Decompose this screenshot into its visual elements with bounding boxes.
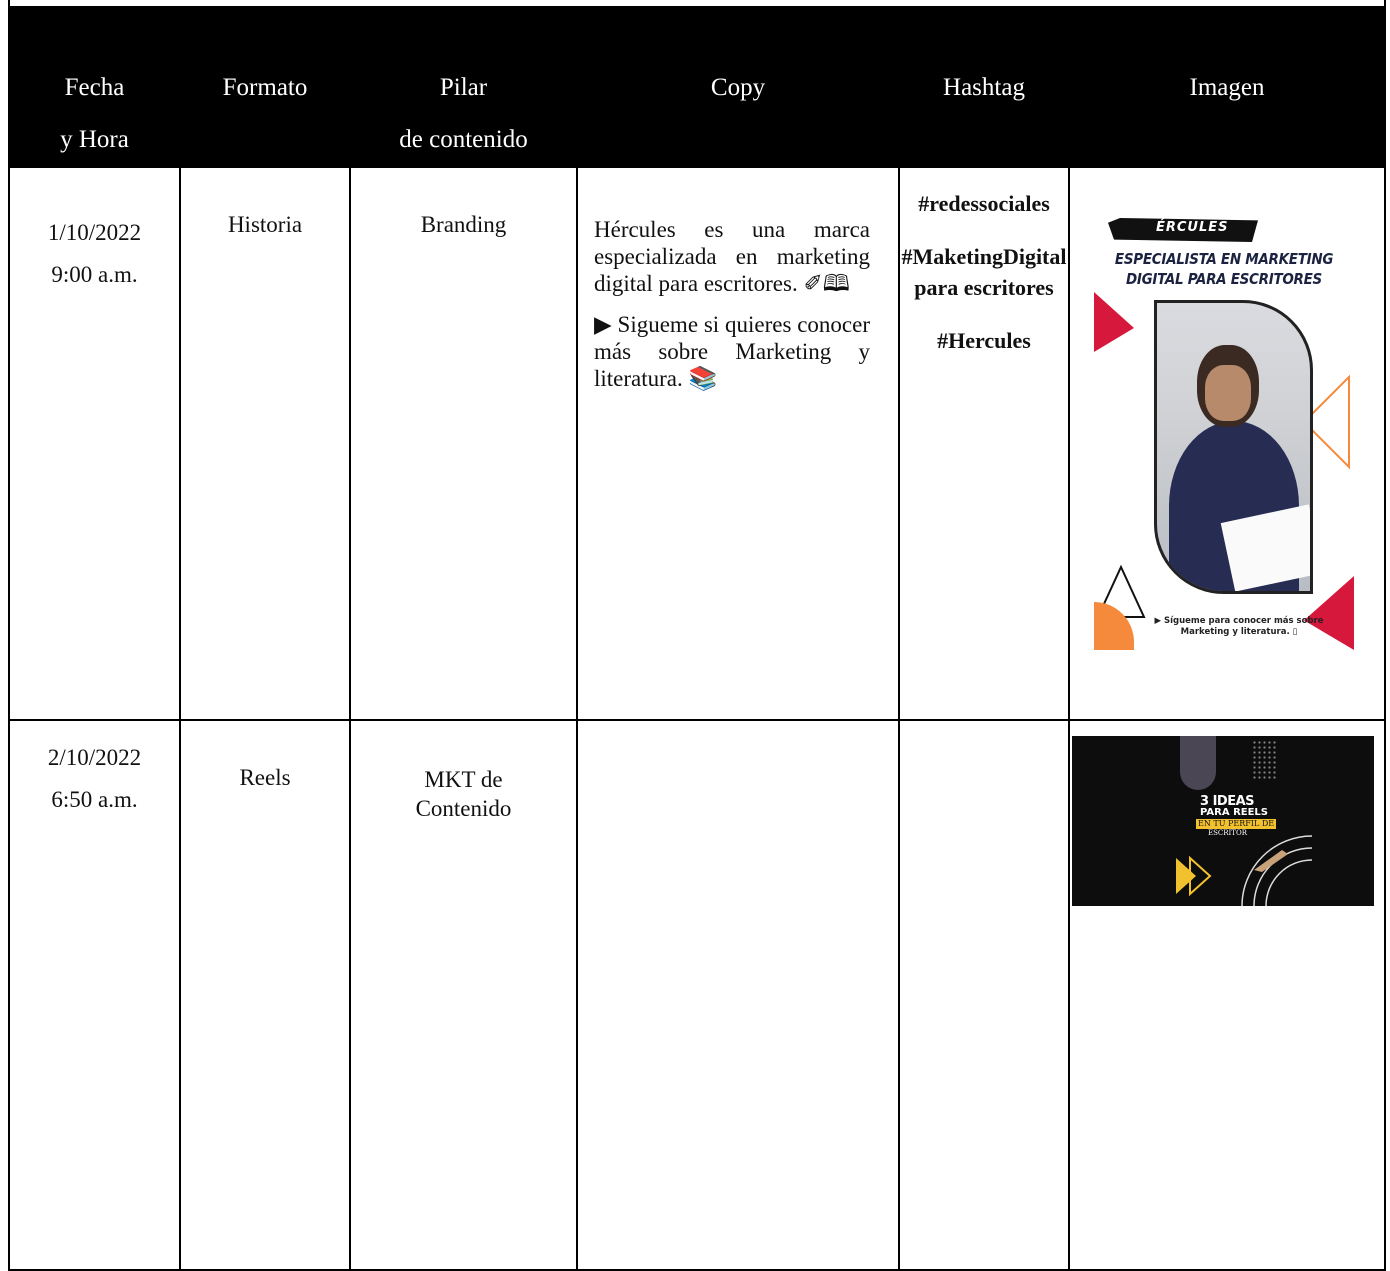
header-fecha: Fecha y Hora — [8, 6, 181, 168]
decor-blob — [1180, 736, 1216, 790]
formato-text: Reels — [239, 765, 291, 790]
header-fecha-line1: Fecha — [64, 74, 125, 101]
pilar-text: Branding — [420, 212, 507, 237]
cell-hashtag: #redessociales #MaketingDigitalpara escr… — [898, 166, 1070, 721]
header-copy: Copy — [576, 6, 900, 168]
header-imagen-label: Imagen — [1189, 74, 1265, 101]
image-headline: DIGITAL PARA ESCRITORES — [1126, 270, 1322, 288]
cell-pilar: MKT de Contenido — [349, 719, 578, 1271]
header-hashtag-label: Hashtag — [943, 74, 1025, 101]
content-calendar: Fecha y Hora Formato Pilar de contenido Co… — [0, 0, 1389, 1271]
pilar-text: MKT de Contenido — [415, 767, 512, 821]
header-row: Fecha y Hora Formato Pilar de contenido Co… — [8, 6, 1386, 168]
pen-icon — [1254, 850, 1288, 872]
time-text: 9:00 a.m. — [51, 262, 138, 287]
cell-fecha: 1/10/2022 9:00 a.m. — [8, 166, 181, 721]
date-text: 2/10/2022 — [47, 745, 142, 770]
hashtag-item: #MaketingDigitalpara escritores — [901, 244, 1067, 300]
post-image-reels: 3 IDEAS PARA REELS EN TU PERFIL DE ESCRI… — [1072, 736, 1374, 906]
header-imagen: Imagen — [1068, 6, 1386, 168]
cell-pilar: Branding — [349, 166, 578, 721]
cell-copy — [576, 719, 900, 1271]
decor-red-shape — [1094, 292, 1134, 352]
header-pilar-line1: Pilar — [439, 74, 488, 101]
cell-hashtag — [898, 719, 1070, 1271]
date-text: 1/10/2022 — [47, 220, 142, 245]
cell-imagen: 3 IDEAS PARA REELS EN TU PERFIL DE ESCRI… — [1068, 719, 1386, 1271]
cell-formato: Historia — [179, 166, 351, 721]
brand-text: ÉRCULES — [1156, 220, 1229, 235]
header-formato: Formato — [179, 6, 351, 168]
header-formato-label: Formato — [222, 74, 308, 101]
hashtag-item: #redessociales — [918, 191, 1050, 216]
cell-copy: Hércules es una marca especializada en m… — [576, 166, 900, 721]
calendar-table: Fecha y Hora Formato Pilar de contenido Co… — [8, 6, 1386, 1271]
image-headline: ESPECIALISTA EN MARKETING — [1114, 250, 1334, 268]
hashtag-item: #Hercules — [937, 328, 1031, 353]
table-row: 1/10/2022 9:00 a.m. Historia Branding Hér… — [8, 166, 1386, 721]
cell-formato: Reels — [179, 719, 351, 1271]
table-row: 2/10/2022 6:50 a.m. Reels MKT de Contenid… — [8, 719, 1386, 1271]
copy-paragraph: ▶ Sigueme si quieres conocer más sobre M… — [594, 312, 870, 391]
copy-paragraph: Hércules es una marca especializada en m… — [594, 217, 870, 296]
header-pilar-line2: de contenido — [399, 126, 528, 153]
post-image-historia: ÉRCULES ESPECIALISTA EN MARKETING DIGITA… — [1094, 182, 1354, 650]
cell-imagen: ÉRCULES ESPECIALISTA EN MARKETING DIGITA… — [1068, 166, 1386, 721]
time-text: 6:50 a.m. — [51, 787, 138, 812]
header-pilar: Pilar de contenido — [349, 6, 578, 168]
header-fecha-line2: y Hora — [60, 126, 129, 153]
cell-fecha: 2/10/2022 6:50 a.m. — [8, 719, 181, 1271]
header-hashtag: Hashtag — [898, 6, 1070, 168]
image-caption: ▶ Sígueme para conocer más sobre Marketi… — [1154, 616, 1324, 637]
decor-dots — [1252, 740, 1276, 780]
portrait-photo — [1154, 300, 1313, 594]
header-copy-label: Copy — [710, 74, 766, 101]
formato-text: Historia — [227, 212, 303, 237]
